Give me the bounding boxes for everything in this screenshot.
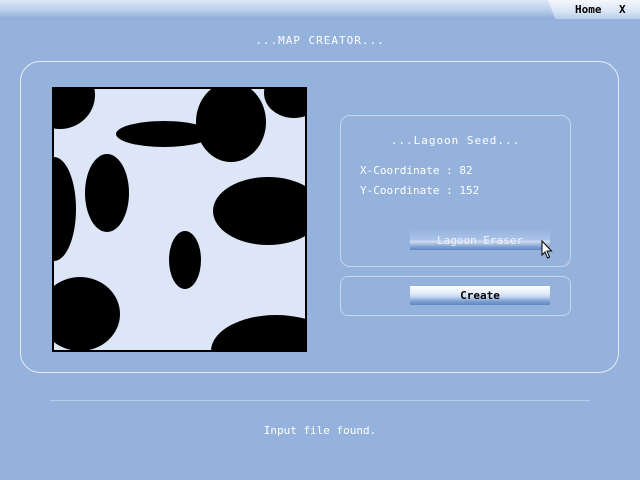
create-button[interactable]: Create bbox=[410, 286, 550, 305]
mouse-pointer-icon bbox=[541, 240, 553, 259]
y-coordinate-label: Y-Coordinate : 152 bbox=[360, 184, 480, 197]
page-title: ...MAP CREATOR... bbox=[255, 34, 385, 47]
status-message: Input file found. bbox=[263, 424, 377, 437]
close-button[interactable]: X bbox=[619, 3, 626, 16]
x-coordinate-label: X-Coordinate : 82 bbox=[360, 164, 473, 177]
lagoon-seed-title: ...Lagoon Seed... bbox=[390, 134, 521, 147]
home-link[interactable]: Home bbox=[575, 3, 602, 16]
top-bar bbox=[0, 0, 640, 19]
lagoon-blob bbox=[85, 154, 129, 232]
map-canvas bbox=[54, 89, 305, 350]
lagoon-blob bbox=[169, 231, 201, 289]
lagoon-eraser-button[interactable]: Lagoon Eraser bbox=[410, 231, 550, 250]
lagoon-blob bbox=[116, 121, 212, 147]
divider bbox=[50, 400, 590, 401]
map-preview[interactable] bbox=[52, 87, 307, 352]
